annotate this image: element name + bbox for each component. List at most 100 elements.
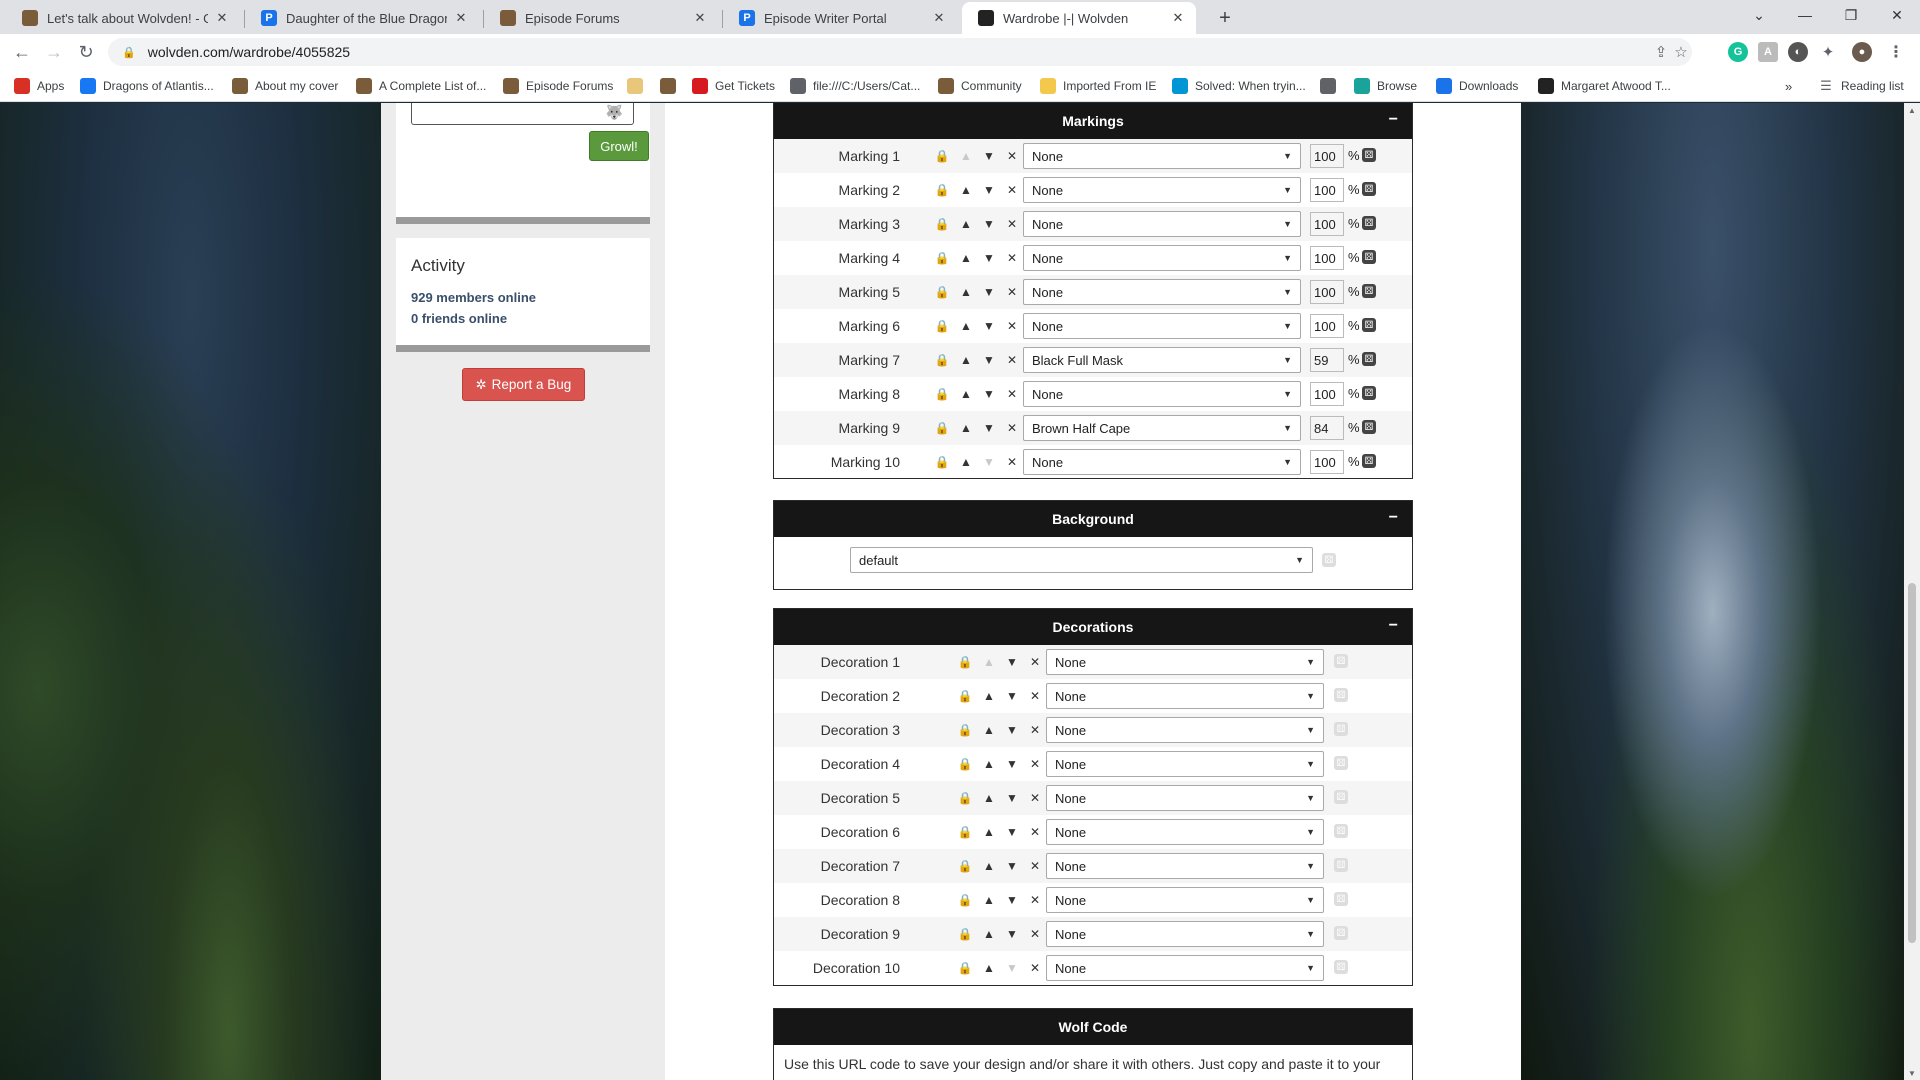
randomize-dice-icon[interactable]: ⚄ bbox=[1334, 960, 1348, 974]
move-up-arrow-icon[interactable]: ▲ bbox=[981, 653, 997, 671]
move-down-arrow-icon[interactable]: ▼ bbox=[1004, 891, 1020, 909]
remove-x-icon[interactable]: ✕ bbox=[1004, 317, 1020, 335]
bookmark-item[interactable]: Apps bbox=[14, 76, 64, 96]
markings-select[interactable]: None ▼ bbox=[1023, 449, 1301, 475]
menu-kebab-icon[interactable]: ⋮ bbox=[1886, 42, 1906, 62]
randomize-dice-icon[interactable]: ⚄ bbox=[1362, 182, 1376, 196]
move-up-arrow-icon[interactable]: ▲ bbox=[981, 721, 997, 739]
decorations-select[interactable]: None ▼ bbox=[1046, 955, 1324, 981]
move-up-arrow-icon[interactable]: ▲ bbox=[981, 789, 997, 807]
close-tab-icon[interactable]: ✕ bbox=[1170, 10, 1186, 26]
reading-list-button[interactable]: ☰ Reading list bbox=[1818, 76, 1904, 96]
lock-icon[interactable]: 🔒 bbox=[934, 215, 950, 233]
move-up-arrow-icon[interactable]: ▲ bbox=[981, 959, 997, 977]
browser-tab[interactable]: P Daughter of the Blue Dragon ✕ bbox=[245, 2, 479, 34]
browser-tab[interactable]: Episode Forums ✕ bbox=[484, 2, 718, 34]
scroll-down-arrow-icon[interactable]: ▼ bbox=[1904, 1066, 1920, 1080]
lock-icon[interactable]: 🔒 bbox=[957, 789, 973, 807]
bookmark-item[interactable] bbox=[1320, 76, 1343, 96]
move-up-arrow-icon[interactable]: ▲ bbox=[958, 249, 974, 267]
move-down-arrow-icon[interactable]: ▼ bbox=[1004, 925, 1020, 943]
members-online-link[interactable]: 929 members online bbox=[411, 287, 635, 308]
opacity-input[interactable]: 100 bbox=[1310, 314, 1344, 338]
decorations-select[interactable]: None ▼ bbox=[1046, 649, 1324, 675]
markings-select[interactable]: None ▼ bbox=[1023, 177, 1301, 203]
bookmarks-overflow-icon[interactable]: » bbox=[1785, 76, 1792, 96]
address-bar[interactable]: 🔒 wolvden.com/wardrobe/4055825 ⇪ ☆ bbox=[108, 38, 1692, 66]
randomize-dice-icon[interactable]: ⚄ bbox=[1334, 756, 1348, 770]
markings-select[interactable]: Brown Half Cape ▼ bbox=[1023, 415, 1301, 441]
puzzle-extensions-icon[interactable]: ✦ bbox=[1818, 42, 1838, 62]
extension-round-icon[interactable]: ◐ bbox=[1788, 42, 1808, 62]
move-down-arrow-icon[interactable]: ▼ bbox=[1004, 721, 1020, 739]
randomize-dice-icon[interactable]: ⚄ bbox=[1334, 892, 1348, 906]
bookmark-item[interactable] bbox=[660, 76, 683, 96]
move-down-arrow-icon[interactable]: ▼ bbox=[981, 419, 997, 437]
lock-icon[interactable]: 🔒 bbox=[957, 823, 973, 841]
bookmark-item[interactable]: Solved: When tryin... bbox=[1172, 76, 1306, 96]
decorations-select[interactable]: None ▼ bbox=[1046, 751, 1324, 777]
randomize-dice-icon[interactable]: ⚄ bbox=[1362, 284, 1376, 298]
remove-x-icon[interactable]: ✕ bbox=[1027, 925, 1043, 943]
bookmark-item[interactable]: Get Tickets bbox=[692, 76, 775, 96]
lock-icon[interactable]: 🔒 bbox=[957, 653, 973, 671]
decorations-select[interactable]: None ▼ bbox=[1046, 819, 1324, 845]
scrollbar-thumb[interactable] bbox=[1908, 583, 1916, 943]
markings-header[interactable]: Markings − bbox=[774, 103, 1412, 139]
move-down-arrow-icon[interactable]: ▼ bbox=[1004, 653, 1020, 671]
lock-icon[interactable]: 🔒 bbox=[957, 857, 973, 875]
profile-avatar[interactable]: ● bbox=[1852, 42, 1872, 62]
remove-x-icon[interactable]: ✕ bbox=[1004, 385, 1020, 403]
lock-icon[interactable]: 🔒 bbox=[957, 959, 973, 977]
close-tab-icon[interactable]: ✕ bbox=[692, 10, 708, 26]
bookmark-item[interactable]: Imported From IE bbox=[1040, 76, 1156, 96]
opacity-input[interactable]: 100 bbox=[1310, 382, 1344, 406]
randomize-dice-icon[interactable]: ⚄ bbox=[1362, 148, 1376, 162]
browser-tab[interactable]: P Episode Writer Portal ✕ bbox=[723, 2, 957, 34]
randomize-dice-icon[interactable]: ⚄ bbox=[1362, 250, 1376, 264]
bookmark-item[interactable]: A Complete List of... bbox=[356, 76, 486, 96]
growl-button[interactable]: Growl! bbox=[589, 131, 649, 161]
move-up-arrow-icon[interactable]: ▲ bbox=[981, 823, 997, 841]
collapse-icon[interactable]: − bbox=[1389, 111, 1398, 129]
lock-icon[interactable]: 🔒 bbox=[934, 249, 950, 267]
move-up-arrow-icon[interactable]: ▲ bbox=[981, 925, 997, 943]
move-down-arrow-icon[interactable]: ▼ bbox=[981, 317, 997, 335]
opacity-input[interactable]: 100 bbox=[1310, 280, 1344, 304]
scroll-up-arrow-icon[interactable]: ▲ bbox=[1904, 103, 1920, 117]
report-bug-button[interactable]: ✲ Report a Bug bbox=[462, 368, 585, 401]
tab-search-chevron-icon[interactable]: ⌄ bbox=[1736, 0, 1782, 30]
bookmark-item[interactable]: file:///C:/Users/Cat... bbox=[790, 76, 920, 96]
wolf-face-icon[interactable]: 🐺 bbox=[606, 104, 623, 121]
collapse-icon[interactable]: − bbox=[1389, 617, 1398, 635]
restore-button[interactable]: ❐ bbox=[1828, 0, 1874, 30]
decorations-select[interactable]: None ▼ bbox=[1046, 683, 1324, 709]
bookmark-item[interactable]: Community bbox=[938, 76, 1022, 96]
randomize-dice-icon[interactable]: ⚄ bbox=[1322, 553, 1336, 567]
move-up-arrow-icon[interactable]: ▲ bbox=[958, 215, 974, 233]
lock-icon[interactable]: 🔒 bbox=[957, 891, 973, 909]
decorations-select[interactable]: None ▼ bbox=[1046, 921, 1324, 947]
markings-select[interactable]: None ▼ bbox=[1023, 211, 1301, 237]
lock-icon[interactable]: 🔒 bbox=[934, 317, 950, 335]
opacity-input[interactable]: 100 bbox=[1310, 144, 1344, 168]
wolf-code-header[interactable]: Wolf Code bbox=[774, 1009, 1412, 1045]
move-up-arrow-icon[interactable]: ▲ bbox=[958, 283, 974, 301]
remove-x-icon[interactable]: ✕ bbox=[1027, 687, 1043, 705]
bookmark-item[interactable]: Downloads bbox=[1436, 76, 1518, 96]
move-up-arrow-icon[interactable]: ▲ bbox=[981, 687, 997, 705]
move-down-arrow-icon[interactable]: ▼ bbox=[1004, 959, 1020, 977]
new-tab-button[interactable]: + bbox=[1212, 5, 1238, 31]
move-down-arrow-icon[interactable]: ▼ bbox=[981, 351, 997, 369]
forward-arrow-icon[interactable]: → bbox=[40, 39, 68, 65]
back-arrow-icon[interactable]: ← bbox=[8, 39, 36, 65]
lock-icon[interactable]: 🔒 bbox=[934, 453, 950, 471]
markings-select[interactable]: None ▼ bbox=[1023, 381, 1301, 407]
opacity-input[interactable]: 100 bbox=[1310, 178, 1344, 202]
remove-x-icon[interactable]: ✕ bbox=[1027, 755, 1043, 773]
lock-icon[interactable]: 🔒 bbox=[934, 147, 950, 165]
bookmark-item[interactable]: Browse bbox=[1354, 76, 1417, 96]
move-up-arrow-icon[interactable]: ▲ bbox=[958, 385, 974, 403]
bookmark-item[interactable]: Dragons of Atlantis... bbox=[80, 76, 214, 96]
close-tab-icon[interactable]: ✕ bbox=[931, 10, 947, 26]
